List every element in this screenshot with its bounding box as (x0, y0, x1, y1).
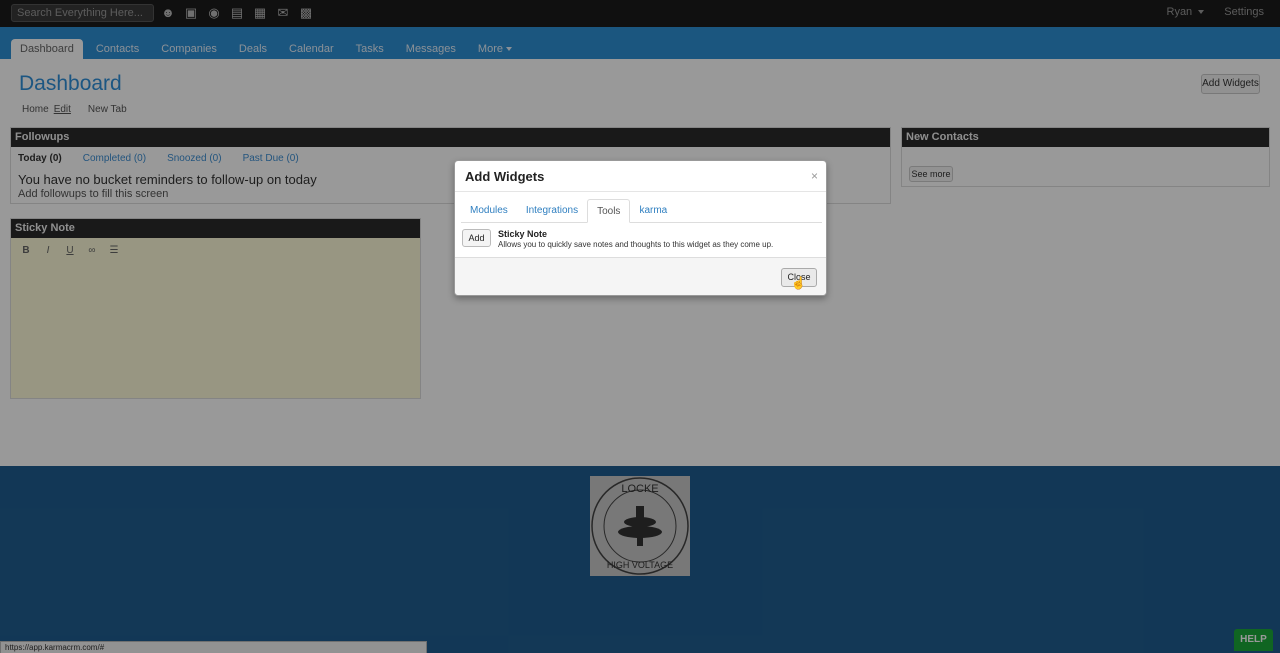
modal-footer: Close (455, 257, 826, 295)
modal-title: Add Widgets (465, 169, 545, 184)
modal-tab-tools[interactable]: Tools (587, 199, 631, 223)
modal-tab-integrations[interactable]: Integrations (517, 199, 587, 223)
modal-divider (455, 191, 826, 192)
modal-tab-karma[interactable]: karma (630, 199, 676, 223)
add-sticky-note-button[interactable]: Add (462, 229, 491, 247)
widget-name: Sticky Note (498, 229, 548, 239)
widget-description: Allows you to quickly save notes and tho… (498, 240, 774, 249)
modal-tabs: Modules Integrations Tools karma (461, 199, 822, 223)
modal-tab-modules[interactable]: Modules (461, 199, 517, 223)
pointer-cursor-icon: ☝ (791, 276, 806, 290)
add-widgets-modal: Add Widgets × Modules Integrations Tools… (454, 160, 827, 296)
close-icon[interactable]: × (811, 169, 818, 183)
modal-backdrop[interactable] (0, 0, 1280, 653)
